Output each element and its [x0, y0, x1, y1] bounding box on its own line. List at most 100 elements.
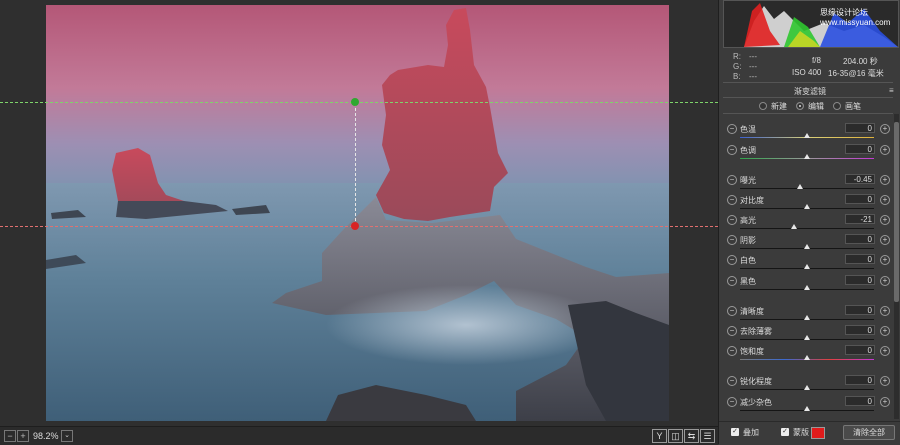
g-value: --- — [749, 62, 757, 71]
plus-icon[interactable]: + — [880, 124, 890, 134]
r-label: R: — [733, 52, 741, 61]
plus-icon[interactable]: + — [880, 276, 890, 286]
before-after-toggle-icon[interactable]: Y — [652, 429, 667, 443]
slider-value[interactable]: 0 — [845, 254, 875, 264]
slider-thumb[interactable] — [804, 335, 810, 340]
slider-row: − 色调 0 + — [723, 142, 893, 163]
slider-thumb[interactable] — [804, 406, 810, 411]
minus-icon[interactable]: − — [727, 215, 737, 225]
photo-preview[interactable] — [46, 5, 669, 421]
slider-label: 高光 — [740, 216, 756, 225]
slider-thumb[interactable] — [790, 224, 797, 229]
plus-icon[interactable]: + — [880, 326, 890, 336]
overlay-checkbox[interactable]: ✓ — [731, 428, 739, 436]
gradient-axis-line[interactable] — [355, 103, 356, 226]
slider-value[interactable]: 0 — [845, 234, 875, 244]
mode-label: 编辑 — [808, 102, 824, 111]
slider-value[interactable]: 0 — [845, 345, 875, 355]
slider-row: − 黑色 0 + — [723, 273, 893, 294]
zoom-level: 98.2% — [33, 431, 59, 441]
plus-icon[interactable]: + — [880, 215, 890, 225]
mode-edit-radio[interactable]: 编辑 — [796, 101, 824, 112]
slider-thumb[interactable] — [804, 385, 810, 390]
slider-value[interactable]: 0 — [845, 144, 875, 154]
adjustment-panel: 思缘设计论坛 www.missyuan.com R: G: B: --- ---… — [718, 0, 900, 445]
panel-scrollbar-thumb[interactable] — [894, 122, 899, 302]
plus-icon[interactable]: + — [880, 175, 890, 185]
slider-label: 锐化程度 — [740, 377, 772, 386]
slider-label: 曝光 — [740, 176, 756, 185]
slider-value[interactable]: 0 — [845, 396, 875, 406]
slider-thumb[interactable] — [804, 285, 810, 290]
zoom-out-icon[interactable]: − — [4, 430, 16, 442]
slider-value[interactable]: 0 — [845, 275, 875, 285]
minus-icon[interactable]: − — [727, 376, 737, 386]
view-compare-icon[interactable]: ◫ — [668, 429, 683, 443]
slider-track[interactable] — [740, 228, 874, 229]
plus-icon[interactable]: + — [880, 376, 890, 386]
minus-icon[interactable]: − — [727, 235, 737, 245]
zoom-dropdown[interactable]: ⌄ — [61, 430, 73, 442]
minus-icon[interactable]: − — [727, 346, 737, 356]
gradient-start-line[interactable] — [0, 102, 718, 103]
minus-icon[interactable]: − — [727, 255, 737, 265]
plus-icon[interactable]: + — [880, 235, 890, 245]
mode-new-radio[interactable]: 新建 — [759, 101, 787, 112]
histogram: 思缘设计论坛 www.missyuan.com — [723, 0, 899, 48]
mask-color-swatch[interactable] — [811, 427, 825, 439]
gradient-end-pin[interactable] — [351, 222, 359, 230]
b-value: --- — [749, 72, 757, 81]
slider-thumb[interactable] — [804, 154, 810, 159]
mode-brush-radio[interactable]: 画笔 — [833, 101, 861, 112]
slider-thumb[interactable] — [797, 184, 804, 189]
slider-thumb[interactable] — [804, 264, 810, 269]
panel-footer: ✓ 叠加 ✓ 蒙版 清除全部 — [719, 421, 900, 445]
slider-thumb[interactable] — [804, 355, 810, 360]
slider-track[interactable] — [740, 188, 874, 189]
plus-icon[interactable]: + — [880, 145, 890, 155]
slider-value[interactable]: 0 — [845, 305, 875, 315]
mode-label: 新建 — [771, 102, 787, 111]
minus-icon[interactable]: − — [727, 175, 737, 185]
zoom-in-icon[interactable]: + — [17, 430, 29, 442]
slider-label: 色温 — [740, 125, 756, 134]
slider-label: 色调 — [740, 146, 756, 155]
slider-thumb[interactable] — [804, 244, 810, 249]
slider-thumb[interactable] — [804, 133, 810, 138]
image-canvas[interactable] — [0, 0, 718, 426]
gradient-start-pin[interactable] — [351, 98, 359, 106]
slider-thumb[interactable] — [804, 315, 810, 320]
panel-menu-icon[interactable]: ≡ — [889, 86, 894, 95]
minus-icon[interactable]: − — [727, 276, 737, 286]
plus-icon[interactable]: + — [880, 195, 890, 205]
slider-value[interactable]: 0 — [845, 325, 875, 335]
slider-value[interactable]: -0.45 — [845, 174, 875, 184]
minus-icon[interactable]: − — [727, 397, 737, 407]
plus-icon[interactable]: + — [880, 397, 890, 407]
radio-dot — [796, 102, 804, 110]
slider-thumb[interactable] — [804, 204, 810, 209]
minus-icon[interactable]: − — [727, 195, 737, 205]
plus-icon[interactable]: + — [880, 306, 890, 316]
mask-checkbox[interactable]: ✓ — [781, 428, 789, 436]
slider-value[interactable]: 0 — [845, 194, 875, 204]
plus-icon[interactable]: + — [880, 346, 890, 356]
minus-icon[interactable]: − — [727, 326, 737, 336]
slider-value[interactable]: -21 — [845, 214, 875, 224]
minus-icon[interactable]: − — [727, 145, 737, 155]
slider-value[interactable]: 0 — [845, 375, 875, 385]
slider-label: 对比度 — [740, 196, 764, 205]
slider-row: − 曝光 -0.45 + — [723, 172, 893, 193]
lens: 16-35@16 毫米 — [828, 69, 884, 78]
slider-row: − 饱和度 0 + — [723, 343, 893, 364]
gradient-end-line[interactable] — [0, 226, 718, 227]
mode-label: 画笔 — [845, 102, 861, 111]
plus-icon[interactable]: + — [880, 255, 890, 265]
swap-settings-icon[interactable]: ⇆ — [684, 429, 699, 443]
slider-label: 阴影 — [740, 236, 756, 245]
slider-value[interactable]: 0 — [845, 123, 875, 133]
minus-icon[interactable]: − — [727, 124, 737, 134]
minus-icon[interactable]: − — [727, 306, 737, 316]
clear-all-button[interactable]: 清除全部 — [843, 425, 895, 440]
view-options-icon[interactable]: ☰ — [700, 429, 715, 443]
